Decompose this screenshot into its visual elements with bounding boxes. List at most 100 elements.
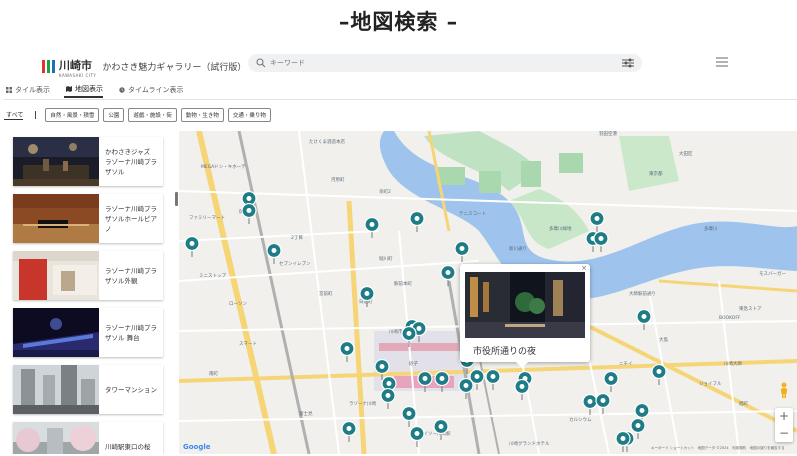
map-pin-icon[interactable]: [615, 431, 631, 453]
photo-thumbnail: [13, 194, 99, 243]
map-label: モスバーガー: [759, 272, 786, 277]
map-pin-icon[interactable]: [589, 211, 605, 233]
page-heading: –地図検索 –: [338, 10, 459, 34]
photo-thumbnail: [13, 308, 99, 357]
site-title: かわさき魅力ギャラリー（試行版）: [102, 62, 247, 73]
photo-card[interactable]: タワーマンション: [13, 365, 163, 414]
category-all[interactable]: すべて: [4, 110, 24, 120]
card-title: かわさきジャズ ラゾーナ川崎プラザソル: [105, 147, 157, 176]
street-view-pegman-icon[interactable]: [778, 382, 790, 398]
clock-icon: [119, 87, 125, 93]
photo-card[interactable]: かわさきジャズ ラゾーナ川崎プラザソル: [13, 137, 163, 186]
category-filter: すべて 自然・風景・積雪 公園 遊戯・施設・街 動物・生き物 交通・乗り物: [4, 107, 275, 123]
map-pin-icon[interactable]: [401, 406, 417, 428]
map-label: 羽田空港: [599, 132, 617, 137]
map-label: 多摩川緑地: [549, 227, 572, 232]
site-logo[interactable]: 川崎市 KAWASAKI CITY かわさき魅力ギャラリー（試行版）: [42, 54, 246, 78]
category-chip-animals[interactable]: 動物・生き物: [180, 108, 224, 122]
map-pin-icon[interactable]: [595, 393, 611, 415]
hamburger-menu-icon[interactable]: [716, 57, 728, 67]
map-pin-icon[interactable]: [630, 418, 646, 440]
map-attribution[interactable]: キーボード ショートカット 地図データ ©2024 利用規約 地図の誤りを報告す…: [651, 446, 785, 451]
map-pin-icon[interactable]: [409, 426, 425, 448]
map-label: スマート: [239, 342, 257, 347]
category-chip-transport[interactable]: 交通・乗り物: [227, 108, 271, 122]
map-pin-icon[interactable]: [401, 326, 417, 348]
map-label: 大島: [659, 338, 668, 343]
map-label: MEGAドン・キホーテ: [201, 165, 246, 170]
map-pin-icon[interactable]: [433, 419, 449, 441]
map-pin-icon[interactable]: [603, 371, 619, 393]
grid-icon: [6, 87, 12, 93]
map-pin-icon[interactable]: [417, 371, 433, 393]
popup-tail: [516, 362, 528, 368]
popup-photo: [465, 272, 585, 338]
map-pin-icon[interactable]: [651, 364, 667, 386]
map-pin-icon[interactable]: [636, 309, 652, 331]
map-label: ファミリーマート: [189, 216, 225, 221]
map-pin-icon[interactable]: [380, 388, 396, 410]
map-info-popup[interactable]: × 市役所通りの夜: [460, 264, 590, 368]
map-label: セブンイレブン: [279, 262, 311, 267]
map-label: 旭町: [739, 402, 748, 407]
zoom-in-button[interactable]: +: [775, 408, 793, 425]
map-label: 富士見: [299, 412, 313, 417]
map-pin-icon[interactable]: [514, 379, 530, 401]
map-icon: [66, 86, 72, 92]
tab-map-view[interactable]: 地図表示: [64, 82, 103, 98]
search-icon: [256, 58, 266, 68]
search-input[interactable]: [270, 59, 622, 67]
card-title: ラゾーナ川崎プラザソルホールピアノ: [105, 204, 157, 233]
map-label: たけくま酒造本店: [309, 140, 345, 145]
app-header: 川崎市 KAWASAKI CITY かわさき魅力ギャラリー（試行版）: [4, 46, 797, 78]
map-label: 南町: [209, 372, 218, 377]
map-label: 大田区: [679, 152, 693, 157]
map-label: ミニストップ: [199, 274, 226, 279]
filter-icon[interactable]: [622, 58, 634, 68]
map-pin-icon[interactable]: [485, 369, 501, 391]
map-pin-icon[interactable]: [458, 378, 474, 400]
search-bar[interactable]: [248, 54, 642, 72]
list-scrollbar[interactable]: [175, 192, 178, 206]
map-pin-icon[interactable]: [434, 371, 450, 393]
map-pin-icon[interactable]: [341, 421, 357, 443]
popup-title: 市役所通りの夜: [473, 347, 537, 357]
map-pin-icon[interactable]: [364, 217, 380, 239]
category-chip-town[interactable]: 遊戯・施設・街: [128, 108, 177, 122]
photo-card-list: かわさきジャズ ラゾーナ川崎プラザソル ラゾーナ川崎プラザソルホールピアノ ラゾ…: [4, 132, 176, 454]
map-pin-icon[interactable]: [359, 286, 375, 308]
map-label: 大師駅前通り: [629, 292, 656, 297]
tab-label: 地図表示: [75, 85, 103, 93]
photo-card[interactable]: ラゾーナ川崎プラザソル外観: [13, 251, 163, 300]
map-label: 2丁目: [291, 236, 303, 241]
map-pin-icon[interactable]: [266, 243, 282, 265]
photo-card[interactable]: 川崎駅東口の桜: [13, 422, 163, 454]
map-pin-icon[interactable]: [339, 341, 355, 363]
tab-timeline-view[interactable]: タイムライン表示: [117, 82, 184, 98]
map-label: 堀川町: [379, 257, 393, 262]
city-name: 川崎市: [59, 59, 92, 72]
zoom-out-button[interactable]: −: [775, 425, 793, 442]
map-label: 幸町2: [379, 190, 391, 195]
map-label: 駅前本町: [394, 282, 412, 287]
map-pin-icon[interactable]: [440, 265, 456, 287]
card-title: ラゾーナ川崎プラザソル外観: [105, 266, 157, 285]
map-label: カルシウム: [569, 418, 592, 423]
photo-card[interactable]: ラゾーナ川崎プラザソルホールピアノ: [13, 194, 163, 243]
card-title: 川崎駅東口の桜: [105, 442, 151, 451]
tab-tile-view[interactable]: タイル表示: [4, 82, 50, 98]
photo-card[interactable]: ラゾーナ川崎プラザソル 舞台: [13, 308, 163, 357]
map-pin-icon[interactable]: [184, 236, 200, 258]
photo-thumbnail: [13, 137, 99, 186]
view-tabs: タイル表示 地図表示 タイムライン表示: [4, 82, 797, 100]
map-pin-icon[interactable]: [241, 203, 257, 225]
map-pin-icon[interactable]: [454, 241, 470, 263]
map-view[interactable]: たけくま酒造本店 MEGAドン・キホーテ 河原町 幸町2 御幸町 2丁目 ファミ…: [179, 131, 797, 454]
map-label: テニスコート: [459, 212, 486, 217]
category-chip-park[interactable]: 公園: [103, 108, 125, 122]
tab-label: タイル表示: [15, 86, 50, 94]
map-pin-icon[interactable]: [409, 211, 425, 233]
map-pin-icon[interactable]: [593, 231, 609, 253]
category-chip-nature[interactable]: 自然・風景・積雪: [45, 108, 100, 122]
popup-close-icon[interactable]: ×: [580, 264, 588, 272]
